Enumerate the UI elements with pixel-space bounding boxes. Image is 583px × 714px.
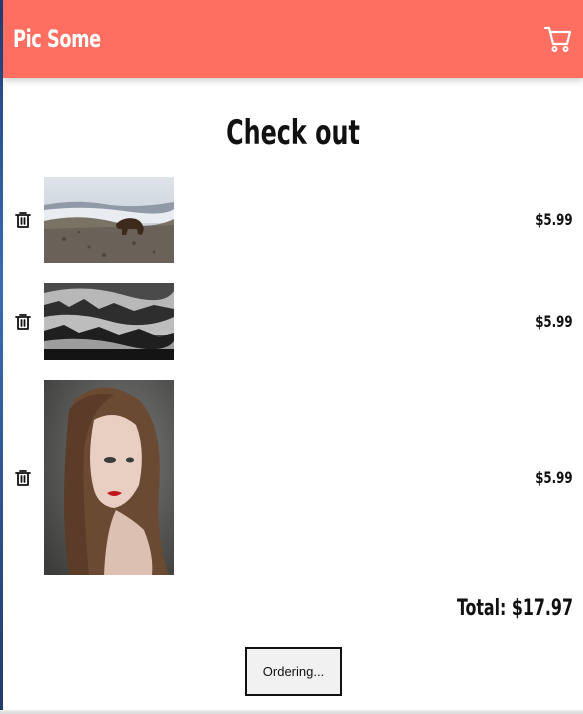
- app-header: Pic Some: [3, 0, 583, 78]
- cart-icon: [543, 26, 572, 52]
- place-order-button[interactable]: Ordering...: [245, 647, 342, 696]
- bear-photo: [44, 177, 174, 263]
- item-price: $5.99: [535, 468, 573, 487]
- trash-icon[interactable]: [13, 312, 33, 332]
- order-total: Total: $17.97: [457, 596, 573, 621]
- item-price: $5.99: [535, 210, 573, 229]
- trash-icon[interactable]: [13, 210, 33, 230]
- misty-forest-photo: [44, 283, 174, 360]
- item-price: $5.99: [535, 312, 573, 331]
- woman-portrait-photo: [44, 380, 174, 575]
- window-bottom-edge: [0, 710, 583, 714]
- trash-icon[interactable]: [13, 468, 33, 488]
- page-title: Check out: [226, 113, 360, 153]
- cart-item: $5.99: [3, 380, 583, 575]
- cart-button[interactable]: [543, 24, 573, 54]
- cart-item: $5.99: [3, 177, 583, 263]
- checkout-page: Check out $5.99 $5.99 $5.99 Total: $17.9…: [3, 78, 583, 714]
- cart-item: $5.99: [3, 283, 583, 360]
- brand-logo[interactable]: Pic Some: [13, 25, 101, 53]
